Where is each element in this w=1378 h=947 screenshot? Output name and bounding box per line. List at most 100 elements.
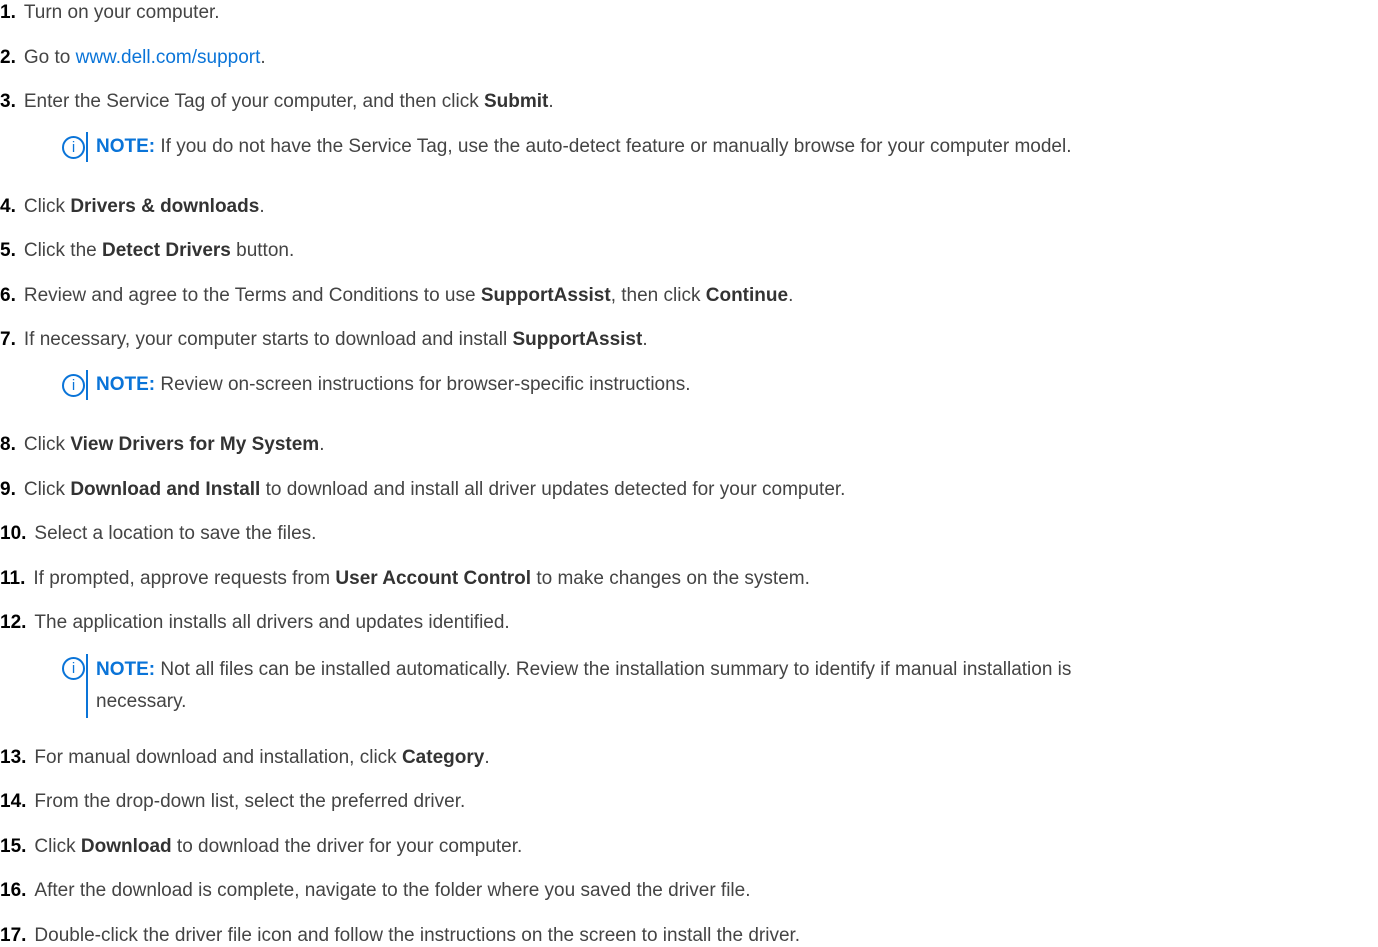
step-text: Select a location to save the files. [34, 523, 316, 544]
text-run: to download and install all driver updat… [260, 479, 846, 500]
step-15: 15. Click Download to download the driver… [0, 836, 522, 858]
step-11: 11. If prompted, approve requests from Us… [0, 568, 810, 590]
text-run: The application installs all drivers and… [34, 612, 510, 633]
text-run: to make changes on the system. [531, 568, 810, 589]
step-10: 10. Select a location to save the files. [0, 523, 316, 545]
support-link[interactable]: www.dell.com/support [76, 47, 261, 68]
info-icon: i [62, 136, 85, 159]
step-number: 10. [0, 523, 27, 544]
step-1: 1. Turn on your computer. [0, 2, 220, 24]
step-text: Enter the Service Tag of your computer, … [24, 91, 554, 112]
text-run: Select a location to save the files. [34, 523, 317, 544]
step-17: 17. Double-click the driver file icon and… [0, 925, 800, 947]
step-number: 3. [0, 91, 16, 112]
text-run: Go to [23, 47, 76, 68]
step-text: Review and agree to the Terms and Condit… [24, 285, 794, 306]
step-number: 4. [0, 196, 16, 217]
ui-term: SupportAssist [512, 329, 643, 350]
text-run: After the download is complete, navigate… [34, 880, 751, 901]
step-number: 12. [0, 612, 27, 633]
note-text: Not all files can be installed automatic… [160, 659, 1072, 680]
text-run: . [642, 329, 648, 350]
text-run: Double-click the driver file icon and fo… [34, 925, 801, 946]
text-run: Turn on your computer. [23, 2, 220, 23]
text-run: Click [23, 479, 71, 500]
text-run: Review and agree to the Terms and Condit… [23, 285, 481, 306]
step-number: 1. [0, 2, 16, 23]
text-run: button. [230, 240, 295, 261]
text-run: . [788, 285, 794, 306]
text-run: , then click [610, 285, 706, 306]
text-run: Click [23, 196, 71, 217]
text-run: If prompted, approve requests from [33, 568, 336, 589]
step-number: 16. [0, 880, 27, 901]
note-line-1: NOTE: Not all files can be installed aut… [96, 654, 1071, 686]
note-manual-install: NOTE: Not all files can be installed aut… [86, 654, 1071, 718]
step-text: Click the Detect Drivers button. [24, 240, 294, 261]
step-text: From the drop-down list, select the pref… [34, 791, 465, 812]
text-run: . [259, 196, 265, 217]
text-run: Click the [23, 240, 102, 261]
step-text: For manual download and installation, cl… [34, 747, 489, 768]
note-browser: NOTE: Review on-screen instructions for … [86, 370, 690, 400]
step-3: 3. Enter the Service Tag of your computer… [0, 91, 554, 113]
step-12: 12. The application installs all drivers … [0, 612, 510, 634]
ui-term: SupportAssist [480, 285, 611, 306]
step-number: 6. [0, 285, 16, 306]
step-5: 5. Click the Detect Drivers button. [0, 240, 294, 262]
text-run: Enter the Service Tag of your computer, … [23, 91, 484, 112]
text-run: . [319, 434, 325, 455]
step-number: 2. [0, 47, 16, 68]
note-label: NOTE: [96, 659, 156, 680]
text-run: For manual download and installation, cl… [34, 747, 402, 768]
step-number: 17. [0, 925, 27, 946]
step-text: Click Drivers & downloads. [24, 196, 265, 217]
step-14: 14. From the drop-down list, select the p… [0, 791, 465, 813]
step-8: 8. Click View Drivers for My System. [0, 434, 324, 456]
ui-term: Download and Install [70, 479, 261, 500]
step-text: Go to www.dell.com/support. [24, 47, 266, 68]
step-text: After the download is complete, navigate… [34, 880, 750, 901]
note-text: If you do not have the Service Tag, use … [160, 136, 1072, 157]
step-4: 4. Click Drivers & downloads. [0, 196, 265, 218]
note-line-2: necessary. [96, 691, 187, 712]
step-number: 15. [0, 836, 27, 857]
ui-term: View Drivers for My System [70, 434, 320, 455]
step-text: The application installs all drivers and… [34, 612, 509, 633]
step-text: Turn on your computer. [24, 2, 220, 23]
text-run: to download the driver for your computer… [171, 836, 523, 857]
step-number: 14. [0, 791, 27, 812]
ui-term: Detect Drivers [102, 240, 231, 261]
step-number: 13. [0, 747, 27, 768]
ui-term: Drivers & downloads [70, 196, 260, 217]
step-number: 5. [0, 240, 16, 261]
note-text: Review on-screen instructions for browse… [160, 374, 691, 395]
note-label: NOTE: [96, 136, 156, 157]
text-run: . [260, 47, 266, 68]
note-service-tag: NOTE: If you do not have the Service Tag… [86, 132, 1072, 162]
ui-term: Continue [705, 285, 789, 306]
step-number: 8. [0, 434, 16, 455]
step-text: If prompted, approve requests from User … [33, 568, 810, 589]
ui-term: Download [80, 836, 172, 857]
step-text: Click View Drivers for My System. [24, 434, 325, 455]
ui-term: Category [401, 747, 485, 768]
text-run: From the drop-down list, select the pref… [34, 791, 466, 812]
step-text: Click Download and Install to download a… [24, 479, 846, 500]
note-label: NOTE: [96, 374, 156, 395]
text-run: Click [34, 836, 81, 857]
step-number: 9. [0, 479, 16, 500]
ui-term: Submit [483, 91, 549, 112]
info-icon: i [62, 657, 85, 680]
step-9: 9. Click Download and Install to download… [0, 479, 845, 501]
text-run: . [484, 747, 490, 768]
ui-term: User Account Control [335, 568, 532, 589]
step-2: 2. Go to www.dell.com/support. [0, 47, 266, 69]
step-text: If necessary, your computer starts to do… [24, 329, 648, 350]
step-text: Double-click the driver file icon and fo… [34, 925, 800, 946]
text-run: Click [23, 434, 71, 455]
step-number: 7. [0, 329, 16, 350]
info-icon: i [62, 374, 85, 397]
step-text: Click Download to download the driver fo… [34, 836, 522, 857]
text-run: . [548, 91, 554, 112]
